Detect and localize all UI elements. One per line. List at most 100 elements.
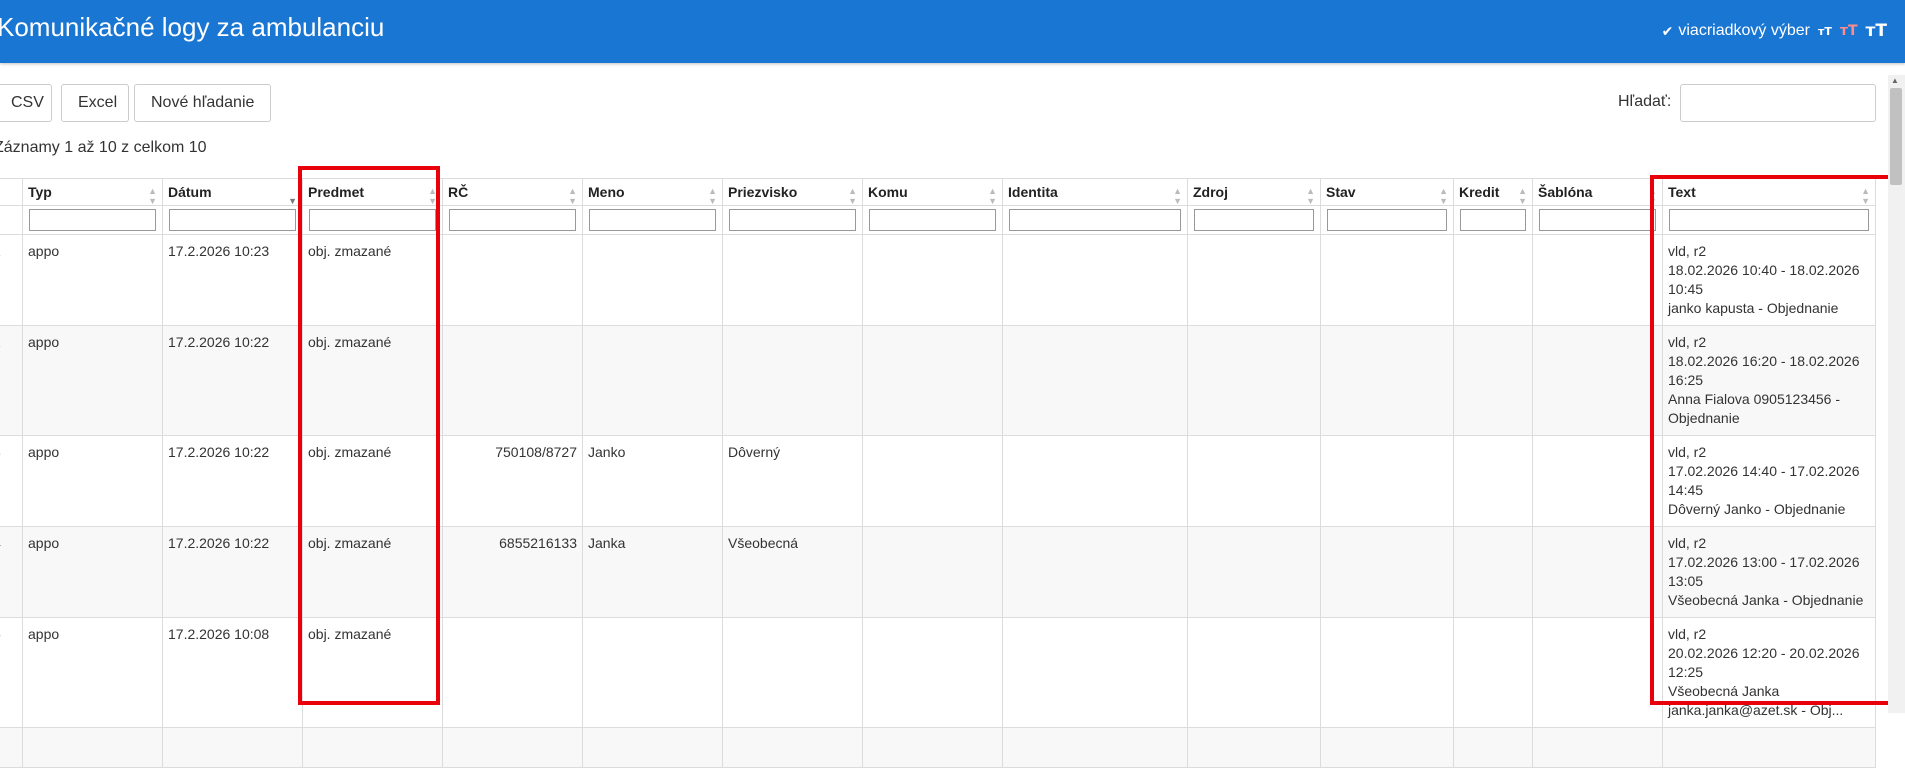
filter-sablona-input[interactable] — [1539, 209, 1656, 231]
filter-komu-input[interactable] — [869, 209, 996, 231]
cell-typ: appo — [22, 234, 163, 326]
sort-icon: ▲ ▼ — [1173, 186, 1182, 206]
search-input[interactable] — [1680, 84, 1876, 122]
text-line: 10:45 — [1668, 281, 1704, 297]
sort-icon: ▲ ▼ — [1518, 186, 1527, 206]
filter-cell — [862, 205, 1003, 235]
cell-typ: appo — [22, 435, 163, 527]
cell-identita — [1002, 435, 1188, 527]
sort-icon: ▲ ▼ — [428, 186, 437, 206]
cell-meno — [582, 617, 723, 728]
filter-kredit-input[interactable] — [1460, 209, 1526, 231]
table-row[interactable]: 4 appo 17.2.2026 10:22 obj. zmazané 6855… — [0, 526, 1876, 618]
cell-stav — [1320, 617, 1454, 728]
col-header-identita[interactable]: Identita ▲ ▼ — [1002, 178, 1188, 206]
table-row-partial[interactable] — [0, 727, 1876, 768]
cell-typ: appo — [22, 617, 163, 728]
cell-rc: 6855216133 — [442, 526, 583, 618]
new-search-button[interactable]: Nové hľadanie — [134, 84, 271, 122]
filter-identita-input[interactable] — [1009, 209, 1181, 231]
text-line: 14:45 — [1668, 482, 1704, 498]
col-header-komu[interactable]: Komu ▲ ▼ — [862, 178, 1003, 206]
sort-icon: ▲ ▼ — [148, 186, 157, 206]
text-line: Objednanie — [1668, 410, 1740, 426]
cell-zdroj — [1187, 526, 1321, 618]
cell-predmet: obj. zmazané — [302, 234, 443, 326]
filter-stav-input[interactable] — [1327, 209, 1447, 231]
search-label: Hľadať: — [1618, 93, 1672, 110]
table-row[interactable]: 1 appo 17.2.2026 10:23 obj. zmazané vld,… — [0, 234, 1876, 326]
cell-num: 5 — [0, 617, 23, 728]
text-line: vld, r2 — [1668, 243, 1707, 259]
cell-kredit — [1453, 617, 1533, 728]
cell-zdroj — [1187, 234, 1321, 326]
font-size-small-icon[interactable]: ᴛT — [1818, 26, 1832, 37]
filter-meno-input[interactable] — [589, 209, 716, 231]
col-header-meno[interactable]: Meno ▲ ▼ — [582, 178, 723, 206]
text-line: 13:05 — [1668, 573, 1704, 589]
col-header-text[interactable]: Text ▲ ▼ — [1662, 178, 1876, 206]
col-header-zdroj[interactable]: Zdroj ▲ ▼ — [1187, 178, 1321, 206]
cell-priezvisko — [722, 325, 863, 436]
sort-icon: ▲ ▼ — [708, 186, 717, 206]
cell-kredit — [1453, 435, 1533, 527]
col-header-sablona[interactable]: Šablóna ▲ ▼ — [1532, 178, 1663, 206]
filter-cell — [302, 205, 443, 235]
col-header-priezvisko[interactable]: Priezvisko ▲ ▼ — [722, 178, 863, 206]
check-icon[interactable]: ✔ — [1662, 23, 1674, 40]
cell-komu — [862, 325, 1003, 436]
font-size-medium-icon[interactable]: ᴛT — [1840, 24, 1858, 38]
text-line: vld, r2 — [1668, 334, 1707, 350]
header-options: ✔ viacriadkový výber ᴛT ᴛT ᴛT — [1662, 22, 1887, 40]
csv-export-button[interactable]: CSV — [0, 84, 52, 122]
col-header-stav[interactable]: Stav ▲ ▼ — [1320, 178, 1454, 206]
col-header-datum[interactable]: Dátum ▼ — [162, 178, 303, 206]
text-line: janka.janka@azet.sk - Obj... — [1668, 702, 1844, 718]
cell-predmet: obj. zmazané — [302, 325, 443, 436]
cell-identita — [1002, 234, 1188, 326]
cell-zdroj — [1187, 435, 1321, 527]
font-size-large-icon[interactable]: ᴛT — [1866, 22, 1887, 40]
table-row[interactable]: 5 appo 17.2.2026 10:08 obj. zmazané vld,… — [0, 617, 1876, 728]
filter-cell — [1187, 205, 1321, 235]
cell-meno: Janko — [582, 435, 723, 527]
sort-icon: ▲ ▼ — [1439, 186, 1448, 206]
cell-identita — [1002, 325, 1188, 436]
cell-text: vld, r2 18.02.2026 10:40 - 18.02.2026 10… — [1662, 234, 1876, 326]
multirow-select-label[interactable]: viacriadkový výber — [1678, 22, 1810, 40]
text-line: 18.02.2026 16:20 - 18.02.2026 — [1668, 353, 1860, 369]
col-header-num[interactable] — [0, 178, 23, 206]
excel-export-button[interactable]: Excel — [61, 84, 129, 122]
cell-rc — [442, 325, 583, 436]
text-line: janko kapusta - Objednanie — [1668, 300, 1839, 316]
col-header-kredit[interactable]: Kredit ▲ ▼ — [1453, 178, 1533, 206]
cell-empty — [0, 727, 23, 768]
filter-datum-input[interactable] — [169, 209, 296, 231]
cell-empty — [1187, 727, 1321, 768]
col-header-predmet[interactable]: Predmet ▲ ▼ — [302, 178, 443, 206]
filter-rc-input[interactable] — [449, 209, 576, 231]
table-row[interactable]: 2 appo 17.2.2026 10:22 obj. zmazané vld,… — [0, 325, 1876, 436]
text-line: Všeobecná Janka — [1668, 683, 1780, 699]
text-line: vld, r2 — [1668, 444, 1707, 460]
filter-text-input[interactable] — [1669, 209, 1869, 231]
cell-predmet: obj. zmazané — [302, 435, 443, 527]
filter-typ-input[interactable] — [29, 209, 156, 231]
filter-cell — [1320, 205, 1454, 235]
sort-icon: ▲ ▼ — [1648, 186, 1657, 206]
col-header-typ[interactable]: Typ ▲ ▼ — [22, 178, 163, 206]
cell-stav — [1320, 435, 1454, 527]
filter-predmet-input[interactable] — [309, 209, 436, 231]
cell-num: 4 — [0, 526, 23, 618]
scrollbar-thumb[interactable] — [1890, 88, 1902, 185]
text-line: 18.02.2026 10:40 - 18.02.2026 — [1668, 262, 1860, 278]
scroll-up-arrow-icon[interactable]: ▲ — [1891, 76, 1899, 85]
col-header-rc[interactable]: RČ ▲ ▼ — [442, 178, 583, 206]
text-line: Dôverný Janko - Objednanie — [1668, 501, 1846, 517]
filter-priezvisko-input[interactable] — [729, 209, 856, 231]
cell-kredit — [1453, 325, 1533, 436]
filter-zdroj-input[interactable] — [1194, 209, 1314, 231]
cell-empty — [862, 727, 1003, 768]
text-line: Všeobecná Janka - Objednanie — [1668, 592, 1864, 608]
table-row[interactable]: 3 appo 17.2.2026 10:22 obj. zmazané 7501… — [0, 435, 1876, 527]
